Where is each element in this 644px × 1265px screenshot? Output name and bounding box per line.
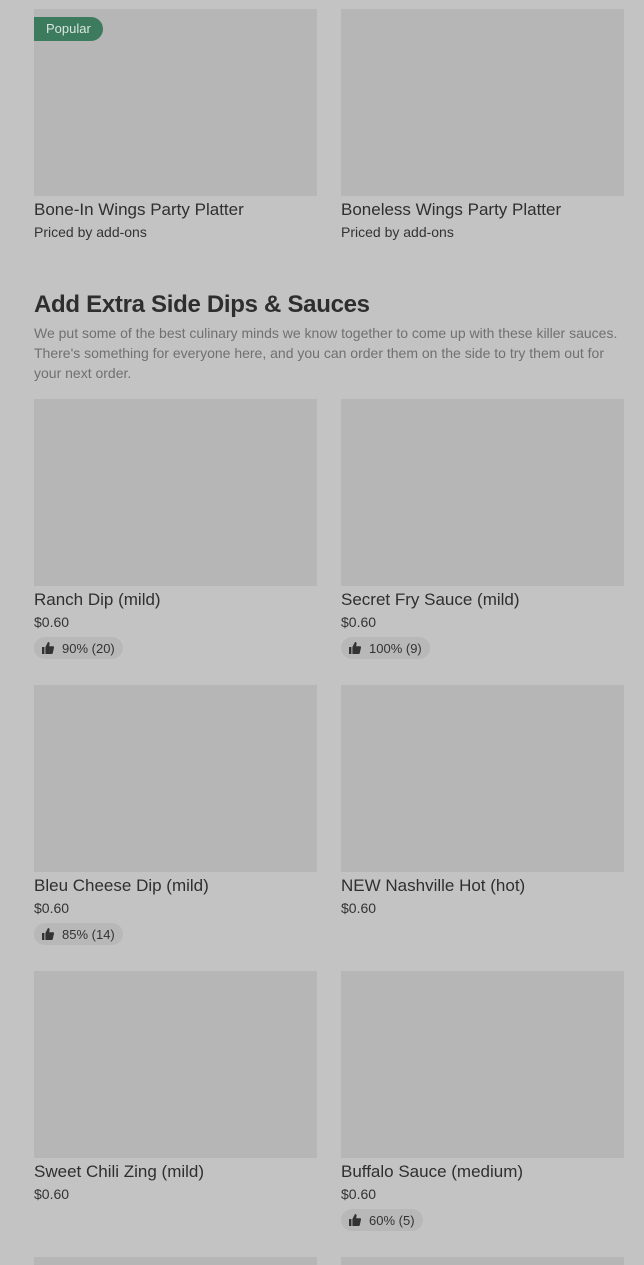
rating-text: 85% (14) bbox=[62, 926, 115, 942]
menu-item-card[interactable]: Buffalo Sauce (medium) $0.60 60% (5) bbox=[341, 971, 624, 1231]
menu-item-card[interactable]: Boneless Wings Party Platter Priced by a… bbox=[341, 9, 624, 241]
menu-item-card[interactable]: Popular Bone-In Wings Party Platter Pric… bbox=[34, 9, 317, 241]
item-image[interactable] bbox=[34, 685, 317, 872]
item-image[interactable] bbox=[341, 971, 624, 1158]
item-price: $0.60 bbox=[34, 1186, 70, 1202]
item-name: Bone-In Wings Party Platter bbox=[34, 200, 244, 219]
item-price: $0.60 bbox=[341, 1186, 377, 1202]
menu-item-card[interactable] bbox=[341, 1257, 624, 1265]
item-image[interactable] bbox=[341, 1257, 624, 1265]
section-title: Add Extra Side Dips & Sauces bbox=[34, 291, 370, 318]
popular-badge: Popular bbox=[34, 17, 103, 41]
item-image[interactable]: Popular bbox=[34, 9, 317, 196]
rating-text: 90% (20) bbox=[62, 640, 115, 656]
item-name: NEW Nashville Hot (hot) bbox=[341, 876, 526, 895]
menu-item-card[interactable] bbox=[34, 1257, 317, 1265]
menu-item-card[interactable]: NEW Nashville Hot (hot) $0.60 bbox=[341, 685, 624, 917]
thumbs-up-icon bbox=[42, 642, 54, 654]
menu-item-card[interactable]: Ranch Dip (mild) $0.60 90% (20) bbox=[34, 399, 317, 659]
section-description: We put some of the best culinary minds w… bbox=[34, 325, 618, 381]
item-image[interactable] bbox=[34, 1257, 317, 1265]
item-image[interactable] bbox=[34, 971, 317, 1158]
thumbs-up-icon bbox=[349, 1214, 361, 1226]
item-name: Secret Fry Sauce (mild) bbox=[341, 590, 520, 609]
item-name: Ranch Dip (mild) bbox=[34, 590, 161, 609]
item-price: Priced by add-ons bbox=[34, 224, 147, 240]
menu-item-card[interactable]: Sweet Chili Zing (mild) $0.60 bbox=[34, 971, 317, 1203]
rating-badge: 100% (9) bbox=[341, 637, 430, 659]
item-price: $0.60 bbox=[34, 900, 70, 916]
item-name: Buffalo Sauce (medium) bbox=[341, 1162, 524, 1181]
thumbs-up-icon bbox=[349, 642, 361, 654]
item-name: Boneless Wings Party Platter bbox=[341, 200, 562, 219]
item-price: $0.60 bbox=[34, 614, 70, 630]
item-name: Bleu Cheese Dip (mild) bbox=[34, 876, 209, 895]
item-price: Priced by add-ons bbox=[341, 224, 454, 240]
item-image[interactable] bbox=[341, 685, 624, 872]
menu-item-card[interactable]: Secret Fry Sauce (mild) $0.60 100% (9) bbox=[341, 399, 624, 659]
item-name: Sweet Chili Zing (mild) bbox=[34, 1162, 205, 1181]
item-price: $0.60 bbox=[341, 614, 377, 630]
rating-text: 60% (5) bbox=[369, 1212, 415, 1228]
rating-badge: 60% (5) bbox=[341, 1209, 423, 1231]
item-image[interactable] bbox=[341, 399, 624, 586]
thumbs-up-icon bbox=[42, 928, 54, 940]
item-price: $0.60 bbox=[341, 900, 377, 916]
menu-item-card[interactable]: Bleu Cheese Dip (mild) $0.60 85% (14) bbox=[34, 685, 317, 945]
rating-badge: 85% (14) bbox=[34, 923, 123, 945]
item-image[interactable] bbox=[34, 399, 317, 586]
menu-page: Popular Bone-In Wings Party Platter Pric… bbox=[0, 0, 644, 1265]
item-image[interactable] bbox=[341, 9, 624, 196]
rating-badge: 90% (20) bbox=[34, 637, 123, 659]
rating-text: 100% (9) bbox=[369, 640, 422, 656]
